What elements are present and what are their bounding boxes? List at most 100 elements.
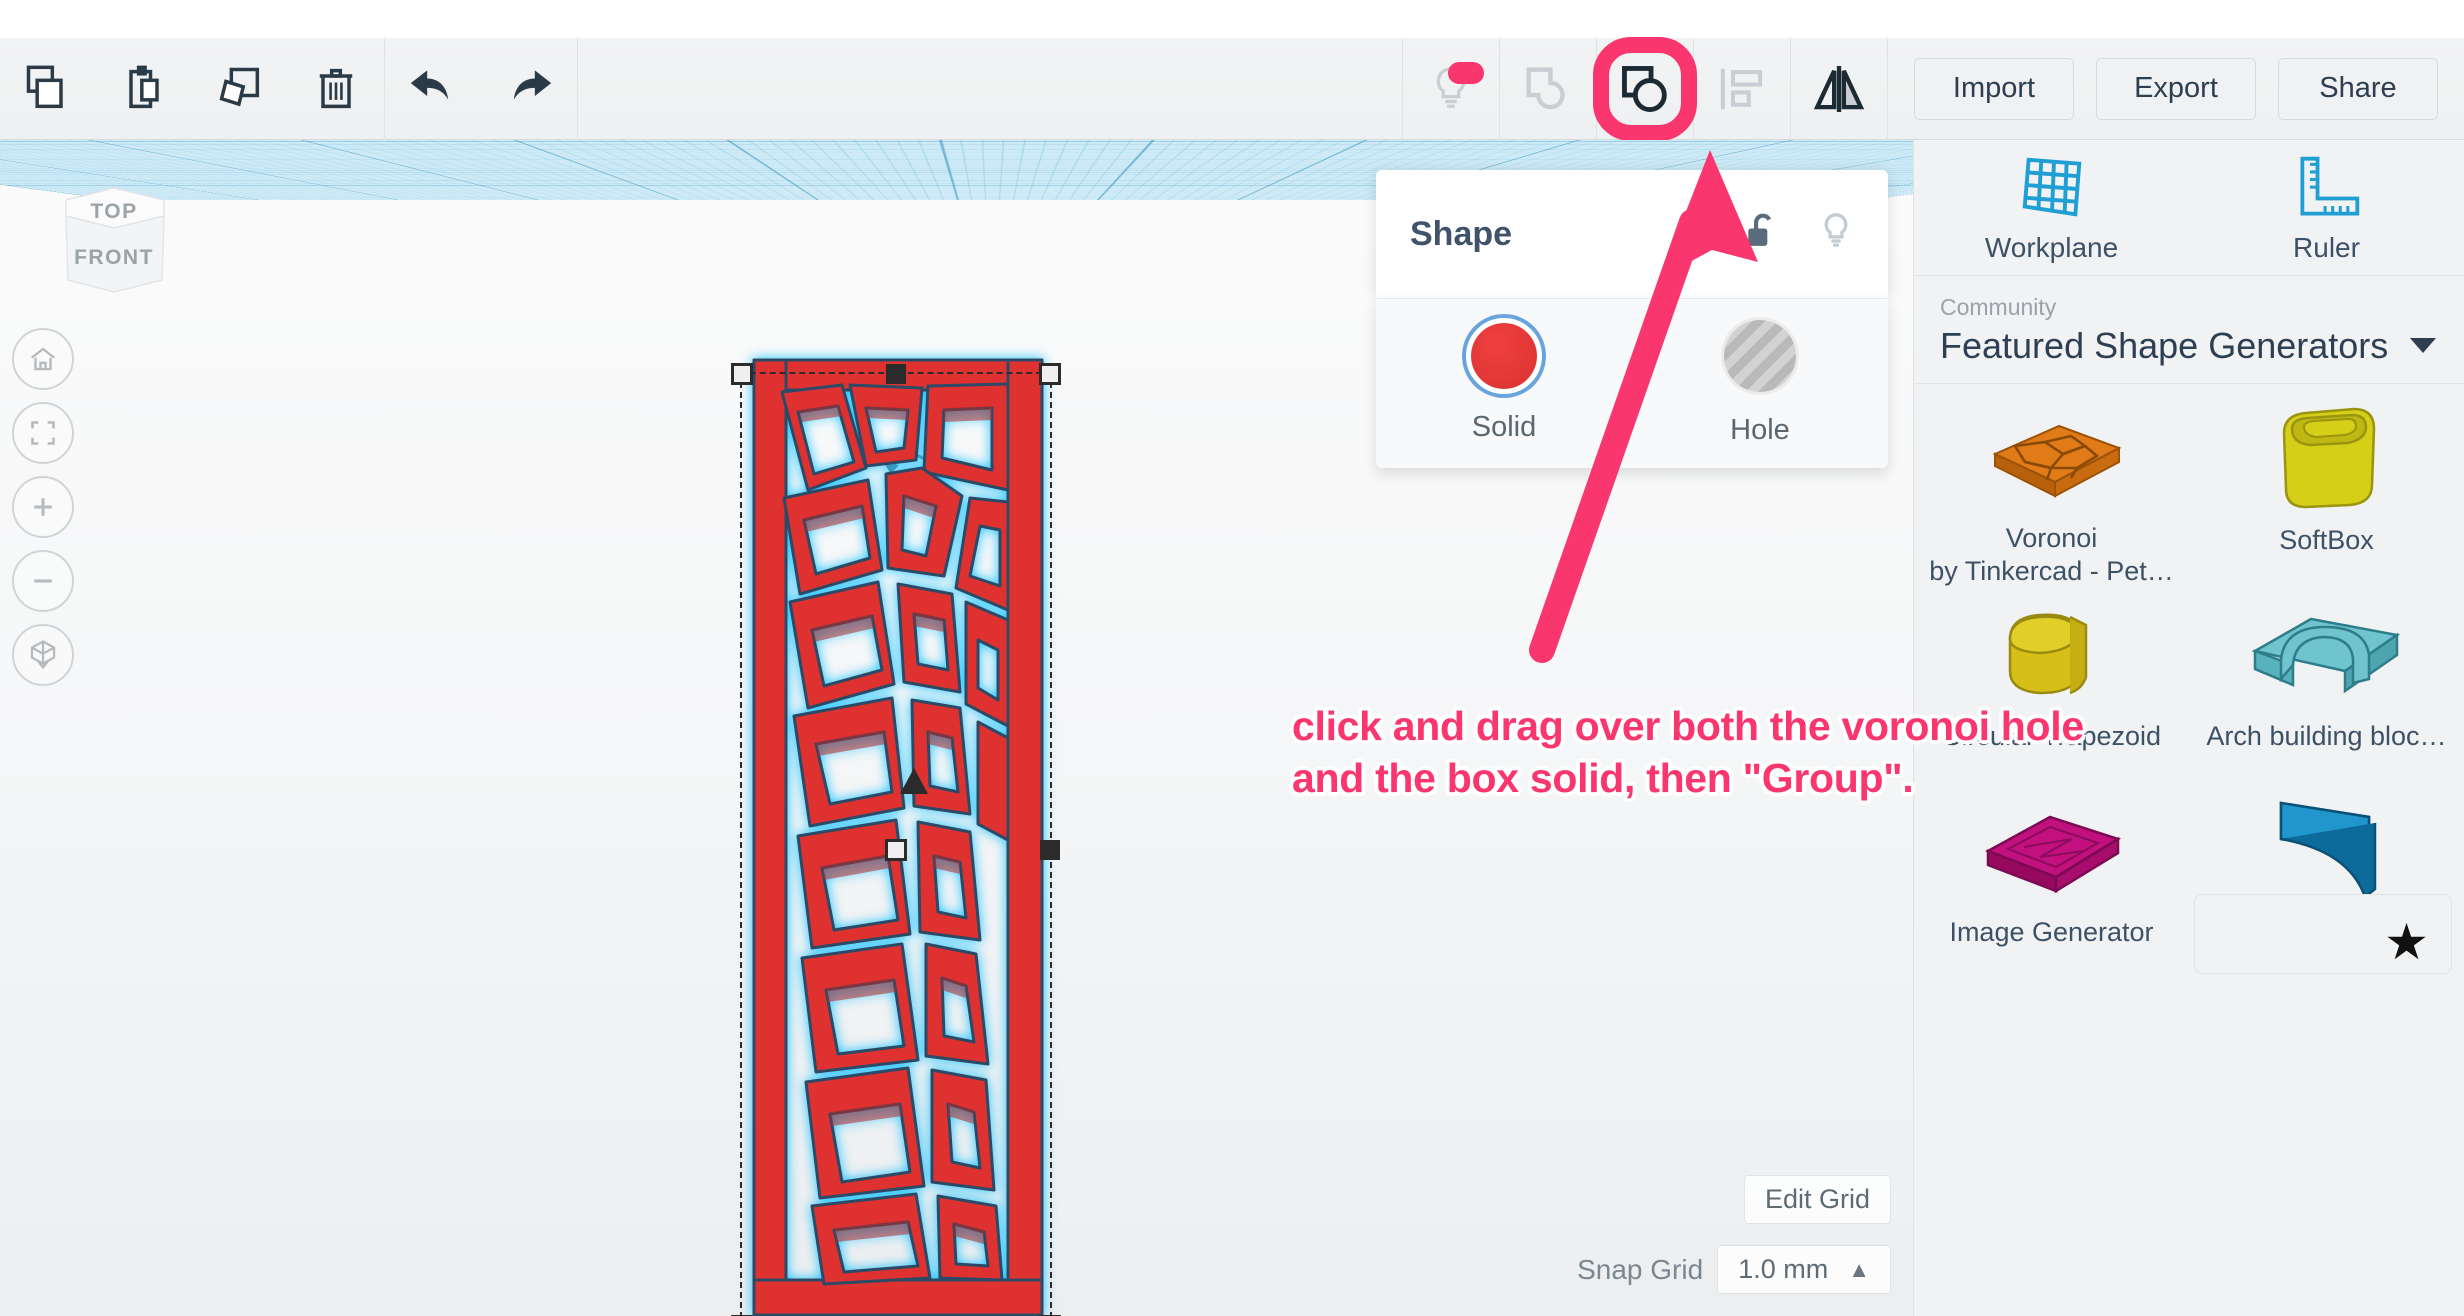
solid-option-label: Solid	[1471, 411, 1537, 443]
align-icon	[1720, 68, 1763, 109]
workplane-grid-icon	[2022, 157, 2081, 217]
edit-grid-button[interactable]: Edit Grid	[1743, 1175, 1891, 1224]
shape-panel-header: Shape	[1376, 170, 1888, 298]
right-sidebar: Workplane Ruler Community Featured Shape…	[1913, 140, 2464, 1316]
ruler-tool-label: Ruler	[2293, 231, 2360, 263]
ungroup-button[interactable]	[1500, 38, 1596, 140]
align-button[interactable]	[1694, 38, 1790, 140]
shape-thumbnail	[2237, 596, 2417, 714]
snap-grid-select[interactable]: 1.0 mm ▲	[1717, 1245, 1891, 1294]
voronoi-mesh	[752, 358, 1044, 1316]
edit-grid-control: Edit Grid	[1743, 1175, 1891, 1224]
workplane-tool[interactable]: Workplane	[1914, 140, 2189, 275]
redo-button[interactable]	[481, 38, 577, 140]
shape-image-generator[interactable]: Image Generator	[1914, 776, 2189, 972]
height-handle[interactable]	[900, 768, 928, 794]
circular-trapezoid-thumb-icon	[2008, 613, 2087, 695]
duplicate-button[interactable]	[192, 38, 288, 140]
shape-metafillet[interactable]: MetaFillet ★	[2189, 776, 2464, 974]
voronoi-thumb-icon	[1992, 424, 2121, 498]
fit-frame-icon	[31, 421, 55, 445]
view-cube-top-label: TOP	[90, 200, 138, 223]
ungroup-icon	[1526, 66, 1565, 109]
shape-label: Arch building bloc…	[2206, 721, 2447, 751]
duplicate-icon	[219, 67, 260, 106]
view-cube-icon	[65, 187, 165, 293]
shape-type-options: Solid Hole	[1376, 298, 1888, 468]
toolbar-divider	[577, 37, 578, 140]
unlock-button[interactable]	[1744, 211, 1782, 258]
shape-softbox[interactable]: SoftBox	[2189, 384, 2464, 580]
voronoi-model[interactable]	[746, 340, 1046, 1316]
snap-grid-control: Snap Grid 1.0 mm ▲	[1577, 1245, 1891, 1294]
arch-block-thumb-icon	[2251, 617, 2400, 694]
mirror-icon	[1813, 65, 1865, 112]
home-view-button[interactable]	[12, 328, 74, 390]
shape-voronoi[interactable]: Voronoi by Tinkercad - Pet…	[1914, 384, 2189, 586]
notes-button[interactable]	[1403, 38, 1499, 140]
shape-arch-building-block[interactable]: Arch building bloc…	[2189, 580, 2464, 776]
copy-button[interactable]	[0, 38, 96, 140]
shape-panel-actions	[1744, 210, 1854, 259]
category-kicker: Community	[1940, 294, 2057, 320]
redo-icon	[513, 69, 552, 99]
solid-swatch	[1466, 318, 1542, 394]
lightbulb-icon	[1824, 212, 1848, 247]
group-button[interactable]	[1593, 36, 1697, 141]
shape-thumbnail	[1962, 792, 2142, 910]
share-button[interactable]: Share	[2278, 57, 2438, 120]
zoom-out-button[interactable]	[12, 550, 74, 612]
shape-name: Voronoi	[2005, 523, 2098, 553]
toolbar-divider	[1887, 37, 1888, 140]
solid-option[interactable]: Solid	[1376, 299, 1632, 468]
delete-button[interactable]	[288, 38, 384, 140]
import-button[interactable]: Import	[1914, 57, 2074, 120]
shape-note-button[interactable]	[1818, 210, 1854, 259]
favorite-shape-card[interactable]: ★	[2194, 894, 2452, 974]
shape-thumbnail	[2262, 400, 2392, 518]
image-generator-thumb-icon	[1984, 815, 2121, 894]
minus-icon	[34, 579, 52, 583]
fit-view-button[interactable]	[12, 402, 74, 464]
top-toolbar: Import Export Share	[0, 36, 2464, 141]
softbox-thumb-icon	[2282, 407, 2375, 509]
undo-icon	[410, 69, 449, 99]
cube-arrow-icon	[30, 640, 56, 670]
shape-label: SoftBox	[2279, 525, 2374, 555]
view-cube[interactable]: TOP FRONT	[44, 174, 184, 304]
chevron-down-icon[interactable]	[2410, 338, 2436, 353]
zoom-in-button[interactable]	[12, 476, 74, 538]
snap-grid-label: Snap Grid	[1577, 1253, 1704, 1285]
orthographic-toggle-button[interactable]	[12, 624, 74, 686]
shape-label: Voronoi by Tinkercad - Pet…	[1929, 522, 2174, 588]
ruler-icon	[2299, 156, 2359, 216]
ruler-tool[interactable]: Ruler	[2189, 140, 2464, 275]
delete-icon	[319, 68, 353, 108]
hole-option[interactable]: Hole	[1632, 299, 1888, 468]
shape-generator-grid: Voronoi by Tinkercad - Pet… SoftBox Circ…	[1914, 384, 2464, 974]
group-icon	[1622, 65, 1667, 112]
edit-tool-group	[0, 38, 384, 140]
tinkercad-app: Import Export Share TOP FRONT Edit Grid …	[0, 0, 2464, 1316]
view-cube-front-label: FRONT	[74, 246, 154, 269]
shape-thumbnail	[1982, 596, 2122, 714]
unlock-icon	[1748, 213, 1772, 246]
shape-panel: Shape	[1376, 170, 1888, 298]
shape-category-selector[interactable]: Community Featured Shape Generators	[1914, 276, 2464, 384]
paste-icon	[129, 65, 159, 108]
shape-circular-trapezoid[interactable]: Circular Trapezoid	[1914, 580, 2189, 776]
shape-thumbnail	[1967, 400, 2137, 516]
mirror-button[interactable]	[1791, 38, 1887, 140]
history-tool-group	[385, 38, 577, 140]
undo-button[interactable]	[385, 38, 481, 140]
favorite-star-icon[interactable]: ★	[2384, 917, 2429, 967]
export-button[interactable]: Export	[2096, 57, 2256, 120]
snap-grid-value: 1.0 mm	[1738, 1254, 1829, 1284]
copy-icon	[26, 65, 63, 108]
shape-label: Image Generator	[1949, 917, 2154, 947]
notes-badge	[1448, 61, 1484, 84]
home-icon	[31, 347, 55, 371]
snap-grid-caret: ▲	[1848, 1256, 1870, 1282]
hole-option-label: Hole	[1730, 414, 1790, 446]
paste-button[interactable]	[96, 38, 192, 140]
